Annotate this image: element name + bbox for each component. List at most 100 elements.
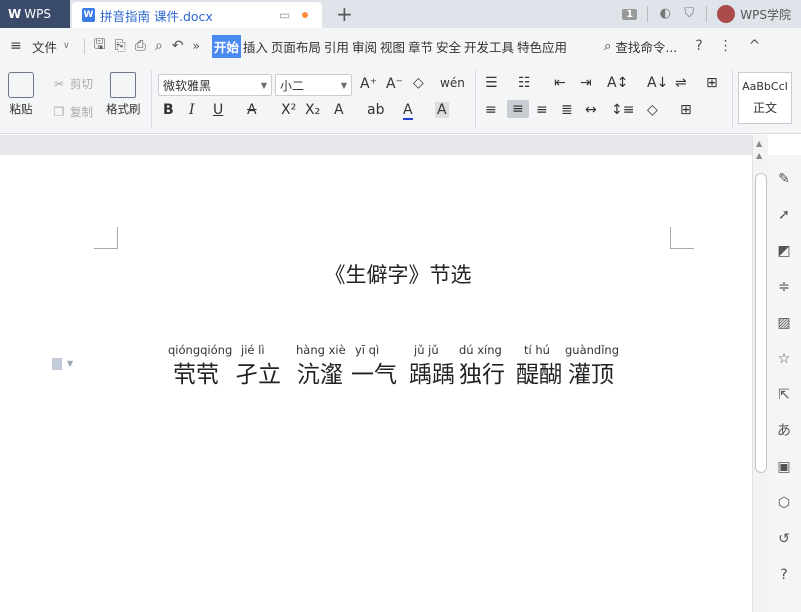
clear-format-icon[interactable]: ◇ <box>413 75 424 91</box>
line-spacing-icon[interactable]: ↕≡ <box>611 102 634 118</box>
increase-indent-icon[interactable]: ⇥ <box>580 75 592 91</box>
translate-icon[interactable]: あ <box>776 423 792 439</box>
image-icon[interactable]: ▨ <box>776 315 792 331</box>
monitor-icon[interactable]: ▭ <box>279 8 290 22</box>
document-page[interactable]: 《生僻字》节选 ▼ qióngqióng 茕茕 jié lì 孑立 hàng x… <box>0 155 752 612</box>
style-preview-text: AaBbCcI <box>742 80 788 93</box>
tab-insert[interactable]: 插入 <box>242 35 269 58</box>
ribbon-tabs: 开始 插入 页面布局 引用 审阅 视图 章节 安全 开发工具 特色应用 <box>211 34 568 58</box>
shading-icon[interactable]: ◇ <box>647 102 658 118</box>
align-center-icon[interactable]: ≡ <box>507 100 529 118</box>
paste-button[interactable]: 粘贴 <box>8 72 34 117</box>
wps-home-tab[interactable]: W WPS <box>0 0 70 28</box>
bullet-list-icon[interactable]: ☰ <box>485 75 498 91</box>
borders-icon[interactable]: ⊞ <box>680 102 692 118</box>
justify-icon[interactable]: ≣ <box>561 102 573 118</box>
tab-home[interactable]: 开始 <box>211 34 241 58</box>
chevron-down-icon: ▼ <box>340 81 347 90</box>
paragraph-handle-icon[interactable] <box>52 358 62 370</box>
adjust-settings-icon[interactable]: ≑ <box>776 279 792 295</box>
align-left-icon[interactable]: ≡ <box>485 102 497 118</box>
wps-college-label: WPS学院 <box>740 7 791 22</box>
scrollbar-thumb[interactable] <box>755 173 767 473</box>
tab-chapter[interactable]: 章节 <box>407 35 434 58</box>
right-side-panel: ✎ ➚ ◩ ≑ ▨ ☆ ⇱ あ ▣ ⬡ ↺ ? <box>768 155 801 612</box>
phonetic-guide-icon[interactable]: wén <box>440 76 465 90</box>
distribute-icon[interactable]: ↔ <box>585 102 597 118</box>
tab-view[interactable]: 视图 <box>379 35 406 58</box>
wps-home-label: WPS <box>24 7 51 21</box>
history-icon[interactable]: ↺ <box>776 531 792 547</box>
align-right-icon[interactable]: ≡ <box>536 102 548 118</box>
skin-icon[interactable]: ◐ <box>658 7 672 21</box>
save-icon[interactable]: 🖫 <box>94 34 106 58</box>
style-normal-preview[interactable]: AaBbCcI 正文 <box>738 72 792 124</box>
more-options-icon[interactable]: ⋮ <box>719 38 733 54</box>
italic-icon[interactable]: I <box>189 102 195 118</box>
line-spacing-mode-icon[interactable]: ⇌ <box>675 75 687 91</box>
sort-icon[interactable]: A↓ <box>647 75 668 91</box>
scroll-up-icon[interactable]: ▲ <box>756 151 762 160</box>
decrease-indent-icon[interactable]: ⇤ <box>554 75 566 91</box>
copy-button[interactable]: ❐ 复制 <box>52 104 93 120</box>
tab-review[interactable]: 审阅 <box>351 35 378 58</box>
titlebar-divider <box>706 6 708 22</box>
chevron-down-icon[interactable]: ▼ <box>67 359 73 368</box>
bold-icon[interactable]: B <box>163 102 174 118</box>
share-icon[interactable]: ⇱ <box>776 387 792 403</box>
highlight-icon[interactable]: ab <box>367 102 384 118</box>
text-direction-icon[interactable]: A↕ <box>607 75 628 91</box>
print-icon[interactable]: ⎙ <box>135 38 146 54</box>
page-count-badge[interactable]: 1 <box>622 8 638 20</box>
clipboard-icon <box>8 72 34 98</box>
scroll-top-icon[interactable]: ▲ <box>756 139 762 148</box>
font-name-select[interactable]: 微软雅黑 ▼ <box>158 74 272 96</box>
document-tab[interactable]: W 拼音指南 课件.docx ▭ <box>72 2 322 28</box>
hamburger-menu-icon[interactable]: ≡ <box>0 38 22 54</box>
text-effect-icon[interactable]: A <box>334 102 344 118</box>
tab-developer[interactable]: 开发工具 <box>463 35 515 58</box>
edit-pen-icon[interactable]: ✎ <box>776 171 792 187</box>
wps-college-button[interactable]: WPS学院 <box>717 5 791 23</box>
superscript-icon[interactable]: X² <box>281 102 296 118</box>
font-size-select[interactable]: 小二 ▼ <box>275 74 352 96</box>
ribbon-toolbar: 粘贴 ✂ 剪切 ❐ 复制 格式刷 微软雅黑 ▼ 小二 ▼ A⁺ A⁻ ◇ wén… <box>0 64 801 134</box>
new-tab-button[interactable]: + <box>336 2 353 26</box>
vertical-scrollbar[interactable]: ▲ ▲ <box>752 135 768 612</box>
shield-icon[interactable]: ⬡ <box>776 495 792 511</box>
help-circle-icon[interactable]: ? <box>776 567 792 583</box>
help-icon[interactable]: ? <box>695 38 702 54</box>
numbered-list-icon[interactable]: ☷ <box>518 75 531 91</box>
save-as-icon[interactable]: ⎘ <box>115 38 126 54</box>
unsaved-dot-icon <box>302 12 308 18</box>
search-icon: ⌕ <box>604 38 612 54</box>
print-preview-icon[interactable]: ⌕ <box>155 38 163 54</box>
format-painter-button[interactable]: 格式刷 <box>106 72 141 117</box>
cut-button[interactable]: ✂ 剪切 <box>52 76 93 92</box>
font-color-icon[interactable]: A <box>403 102 413 120</box>
tab-references[interactable]: 引用 <box>323 35 350 58</box>
grow-font-icon[interactable]: A⁺ <box>360 76 377 92</box>
copy-label: 复制 <box>70 105 93 119</box>
find-command-button[interactable]: ⌕ 查找命令... <box>604 37 677 56</box>
wps-logo-icon: W <box>8 7 21 21</box>
char-shading-icon[interactable]: A <box>435 102 449 118</box>
shrink-font-icon[interactable]: A⁻ <box>386 76 403 92</box>
cut-label: 剪切 <box>70 77 93 91</box>
undo-icon[interactable]: ↶ <box>172 38 184 54</box>
tab-special-apps[interactable]: 特色应用 <box>516 35 568 58</box>
image-gallery-icon[interactable]: ▣ <box>776 459 792 475</box>
tab-security[interactable]: 安全 <box>435 35 462 58</box>
shirt-icon[interactable]: ⛉ <box>682 7 696 21</box>
strikethrough-icon[interactable]: A <box>247 102 257 118</box>
star-icon[interactable]: ☆ <box>776 351 792 367</box>
select-cursor-icon[interactable]: ➚ <box>776 207 792 223</box>
tab-page-layout[interactable]: 页面布局 <box>270 35 322 58</box>
table-icon[interactable]: ⊞ <box>706 75 718 91</box>
collapse-ribbon-icon[interactable]: ^ <box>749 38 761 54</box>
file-menu-button[interactable]: 文件 ∨ <box>32 37 70 56</box>
more-quick-access-icon[interactable]: » <box>193 39 200 53</box>
subscript-icon[interactable]: X₂ <box>305 102 320 118</box>
underline-icon[interactable]: U <box>213 102 223 118</box>
shapes-icon[interactable]: ◩ <box>776 243 792 259</box>
